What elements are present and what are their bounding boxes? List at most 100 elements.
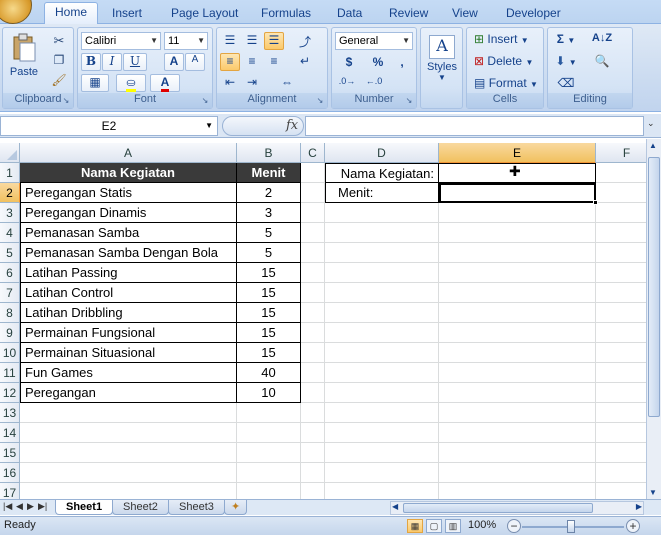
table-row-name[interactable]: Latihan Control: [20, 283, 237, 303]
tab-formulas[interactable]: Formulas: [251, 4, 321, 24]
table-row-minutes[interactable]: 5: [237, 243, 301, 263]
copy-button[interactable]: ❐: [49, 52, 69, 70]
increase-decimal-button[interactable]: .0→: [335, 75, 359, 93]
align-center-button[interactable]: ≡: [242, 53, 262, 71]
last-sheet-icon[interactable]: ▶|: [38, 501, 47, 512]
format-painter-button[interactable]: 🖌: [49, 72, 69, 90]
zoom-in-icon[interactable]: +: [626, 519, 640, 533]
font-name-select[interactable]: Calibri ▼: [81, 32, 161, 50]
align-left-button[interactable]: ≡: [220, 53, 240, 71]
paste-button[interactable]: Paste: [5, 30, 43, 86]
row-header-4[interactable]: 4: [0, 223, 20, 243]
fill-button[interactable]: ⬇ ▼: [551, 53, 581, 71]
table-row-name[interactable]: Latihan Dribbling: [20, 303, 237, 323]
table-row-name[interactable]: Peregangan: [20, 383, 237, 403]
align-top-button[interactable]: ☰: [220, 32, 240, 50]
table-header-nama-kegiatan[interactable]: Nama Kegiatan: [20, 163, 237, 183]
prev-sheet-icon[interactable]: ◀: [16, 501, 23, 512]
wrap-text-button[interactable]: ↵: [288, 53, 322, 71]
cut-button[interactable]: ✂: [49, 32, 69, 50]
formula-input[interactable]: [305, 116, 644, 136]
table-row-minutes[interactable]: 15: [237, 323, 301, 343]
row-header-13[interactable]: 13: [0, 403, 20, 423]
increase-indent-button[interactable]: ⇥: [242, 74, 262, 92]
sheet-tab-sheet3[interactable]: Sheet3: [168, 500, 225, 515]
scroll-right-icon[interactable]: ▶: [636, 502, 642, 511]
align-middle-button[interactable]: ☰: [242, 32, 262, 50]
sheet-tab-sheet1[interactable]: Sheet1: [55, 500, 114, 515]
align-right-button[interactable]: ≡: [264, 53, 284, 71]
table-row-minutes[interactable]: 15: [237, 283, 301, 303]
table-row-minutes[interactable]: 2: [237, 183, 301, 203]
row-header-12[interactable]: 12: [0, 383, 20, 403]
decrease-indent-button[interactable]: ⇤: [220, 74, 240, 92]
table-row-name[interactable]: Fun Games: [20, 363, 237, 383]
column-header-c[interactable]: C: [301, 143, 325, 163]
column-header-b[interactable]: B: [237, 143, 301, 163]
sort-filter-button[interactable]: A↓Z: [586, 31, 618, 49]
table-row-name[interactable]: Pemanasan Samba: [20, 223, 237, 243]
zoom-out-icon[interactable]: −: [507, 519, 521, 533]
tab-insert[interactable]: Insert: [102, 4, 152, 24]
merge-center-button[interactable]: ⇔: [270, 74, 304, 92]
zoom-slider-thumb[interactable]: [567, 520, 575, 533]
normal-view-button[interactable]: ▦: [407, 519, 423, 533]
table-row-name[interactable]: Permainan Situasional: [20, 343, 237, 363]
table-row-minutes[interactable]: 10: [237, 383, 301, 403]
first-sheet-icon[interactable]: |◀: [3, 501, 12, 512]
table-row-name[interactable]: Peregangan Dinamis: [20, 203, 237, 223]
row-header-16[interactable]: 16: [0, 463, 20, 483]
column-header-f[interactable]: F: [596, 143, 646, 163]
insert-cells-button[interactable]: ⊞ Insert ▼: [470, 31, 540, 49]
table-row-name[interactable]: Peregangan Statis: [20, 183, 237, 203]
insert-sheet-button[interactable]: ✦: [224, 500, 248, 515]
tab-review[interactable]: Review: [379, 4, 438, 24]
row-header-17[interactable]: 17: [0, 483, 20, 499]
lookup-label-minutes[interactable]: Menit:: [325, 183, 439, 203]
table-row-minutes[interactable]: 15: [237, 303, 301, 323]
delete-cells-button[interactable]: ⊠ Delete ▼: [470, 53, 540, 71]
underline-button[interactable]: U: [123, 53, 147, 71]
font-color-button[interactable]: A: [150, 74, 180, 92]
horizontal-scrollbar[interactable]: ◀ ▶: [390, 501, 644, 515]
font-size-select[interactable]: 11 ▼: [164, 32, 208, 50]
tab-home[interactable]: Home: [44, 2, 99, 25]
table-header-menit[interactable]: Menit: [237, 163, 301, 183]
scroll-left-icon[interactable]: ◀: [392, 502, 398, 511]
vertical-scroll-thumb[interactable]: [648, 157, 660, 417]
table-row-name[interactable]: Pemanasan Samba Dengan Bola: [20, 243, 237, 263]
select-all-button[interactable]: [0, 143, 20, 163]
row-header-7[interactable]: 7: [0, 283, 20, 303]
number-format-select[interactable]: General ▼: [335, 32, 413, 50]
horizontal-scroll-thumb[interactable]: [403, 503, 593, 513]
row-header-8[interactable]: 8: [0, 303, 20, 323]
row-header-3[interactable]: 3: [0, 203, 20, 223]
styles-button[interactable]: A Styles ▼: [423, 30, 461, 92]
comma-style-button[interactable]: ,: [392, 54, 412, 72]
row-header-2[interactable]: 2: [0, 183, 20, 203]
tab-developer[interactable]: Developer: [496, 4, 571, 24]
column-header-d[interactable]: D: [325, 143, 439, 163]
currency-button[interactable]: $: [335, 54, 363, 72]
grow-font-button[interactable]: A: [164, 53, 184, 71]
row-header-9[interactable]: 9: [0, 323, 20, 343]
number-launcher-icon[interactable]: ↘: [404, 96, 414, 106]
row-header-15[interactable]: 15: [0, 443, 20, 463]
expand-formula-bar-icon[interactable]: ⌄: [647, 118, 659, 134]
lookup-value-minutes-active-cell[interactable]: [439, 183, 596, 203]
autosum-button[interactable]: Σ ▼: [551, 31, 581, 49]
table-row-minutes[interactable]: 5: [237, 223, 301, 243]
table-row-minutes[interactable]: 40: [237, 363, 301, 383]
tab-data[interactable]: Data: [327, 4, 372, 24]
row-header-5[interactable]: 5: [0, 243, 20, 263]
row-header-11[interactable]: 11: [0, 363, 20, 383]
fill-color-button[interactable]: ⛀: [116, 74, 146, 92]
zoom-level[interactable]: 100%: [468, 519, 496, 531]
format-cells-button[interactable]: ▤ Format ▼: [470, 75, 540, 93]
row-header-1[interactable]: 1: [0, 163, 20, 183]
page-break-view-button[interactable]: ▥: [445, 519, 461, 533]
percent-button[interactable]: %: [367, 54, 389, 72]
table-row-name[interactable]: Latihan Passing: [20, 263, 237, 283]
bold-button[interactable]: B: [81, 53, 101, 71]
clipboard-launcher-icon[interactable]: ↘: [61, 96, 71, 106]
